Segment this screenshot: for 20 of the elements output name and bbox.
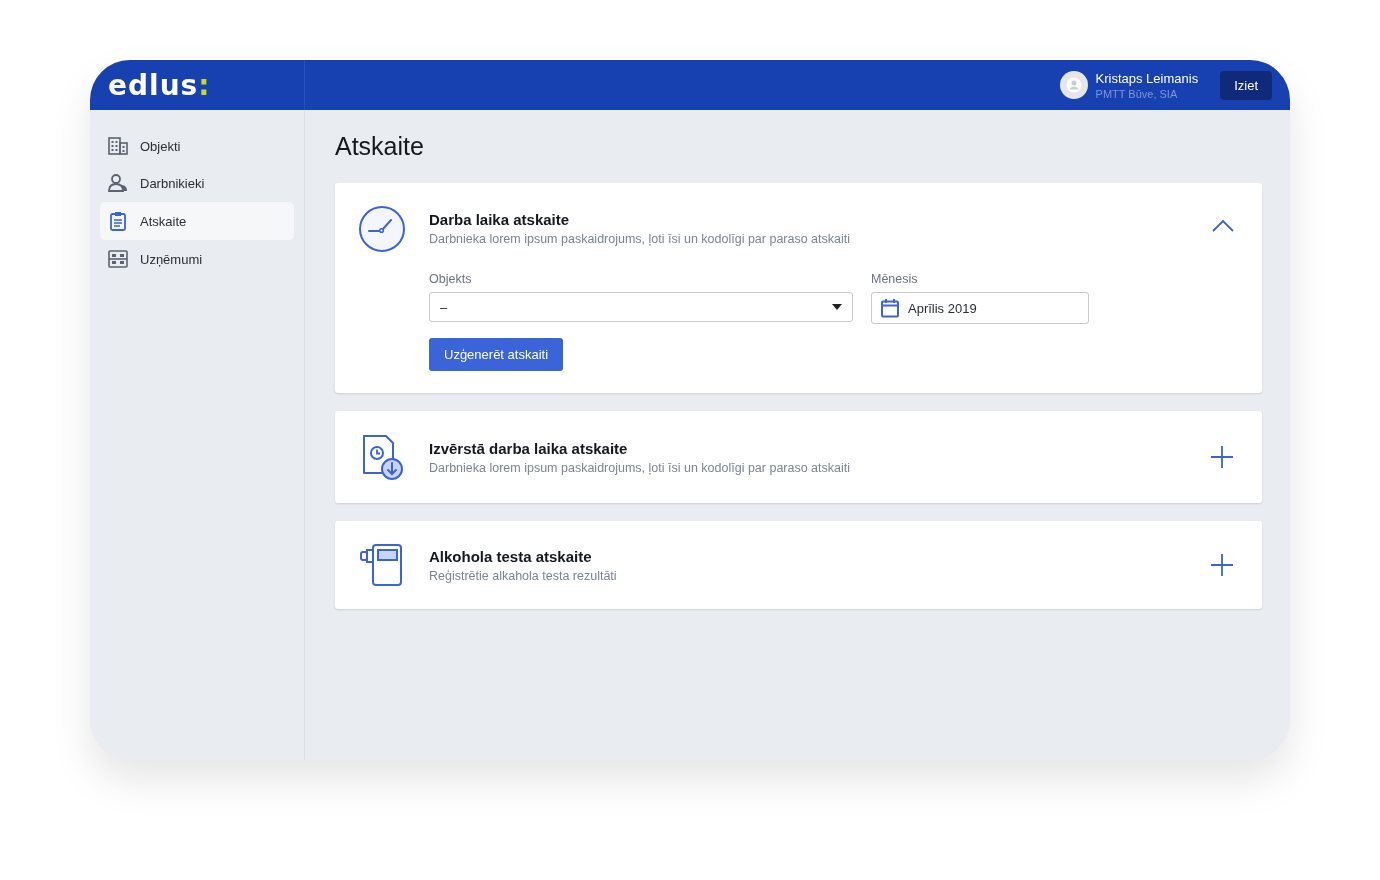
object-dropdown[interactable]: – — [429, 292, 853, 322]
page-title: Atskaite — [335, 132, 425, 161]
logout-button[interactable]: Iziet — [1220, 70, 1272, 100]
report-description: Darbnieka lorem ipsum paskaidrojums, ļoti īsi un kodolīgi par paraso atskaiti — [429, 232, 852, 246]
field-label: Objekts — [429, 272, 473, 286]
report-title: Izvērstā darba laika atskaite — [429, 439, 629, 457]
report-description: Reģistrētie alkahola testa rezultāti — [429, 568, 618, 583]
report-title: Alkohola testa atskaite — [429, 547, 593, 565]
logo: edlus: — [108, 68, 211, 102]
report-title: Darba laika atskaite — [429, 211, 571, 228]
sidebar-item[interactable]: Objekti — [100, 128, 294, 164]
generate-button[interactable]: Uzģenerēt atskaiti — [429, 338, 564, 371]
report-description: Darbnieka lorem ipsum paskaidrojums, ļoti īsi un kodolīgi par paraso atskaiti — [429, 460, 852, 475]
company-name: PMTT Būve, SIA — [1095, 87, 1179, 100]
user-name: Kristaps Leimanis — [1095, 70, 1199, 86]
sidebar-item[interactable]: Darbnikieki — [100, 165, 294, 201]
sidebar-item[interactable]: Atskaite — [100, 202, 294, 240]
field-label: Mēnesis — [871, 272, 919, 286]
month-field[interactable]: Aprīlis 2019 — [871, 292, 1089, 324]
sidebar-item[interactable]: Uzņēmumi — [100, 241, 294, 277]
